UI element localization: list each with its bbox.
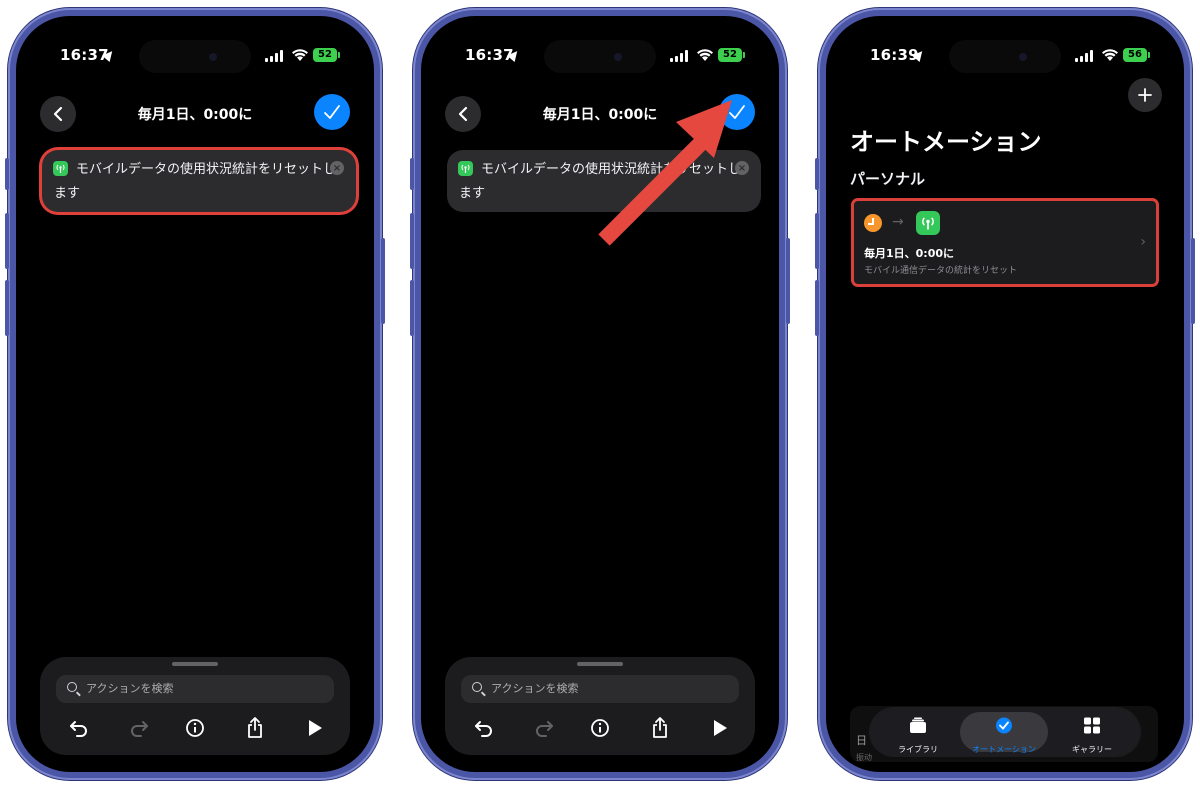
status-bar: 16:37 52 — [16, 40, 374, 70]
run-button[interactable] — [300, 713, 330, 743]
section-header: パーソナル — [850, 170, 926, 188]
redo-icon — [131, 721, 148, 737]
search-icon — [472, 682, 482, 692]
tab-label: ギャラリー — [1072, 745, 1112, 754]
wifi-icon — [1102, 49, 1118, 61]
tab-gallery[interactable]: ギャラリー — [1048, 712, 1136, 754]
share-button[interactable] — [240, 713, 270, 743]
tab-bar: ライブラリ オートメーション ギャラリー — [870, 708, 1140, 756]
share-button[interactable] — [645, 713, 675, 743]
signal-icon — [670, 50, 692, 62]
signal-icon — [1075, 50, 1097, 62]
grabber-handle[interactable] — [577, 662, 623, 666]
add-automation-button[interactable] — [1128, 78, 1162, 112]
share-icon — [248, 717, 262, 738]
gallery-icon — [1084, 717, 1100, 734]
redo-icon — [536, 721, 553, 737]
chevron-right-icon: › — [1140, 234, 1146, 250]
run-button[interactable] — [705, 713, 735, 743]
automation-trigger: 毎月1日、0:00に — [864, 247, 955, 260]
info-button[interactable] — [180, 713, 210, 743]
battery-icon: 56 — [1123, 48, 1150, 62]
plus-icon — [1138, 88, 1152, 102]
status-bar: 16:39 56 — [826, 40, 1184, 70]
phone-editor-1: 16:37 52 毎月1日、0:00に モバイルデータの使用状況統計をリセットし… — [5, 8, 385, 780]
play-icon — [714, 720, 727, 736]
undo-icon — [475, 721, 492, 737]
battery-icon: 52 — [718, 48, 745, 62]
phone-automation: 16:39 56 オートメーション パーソナル → 毎月1日、0:00に モバイ… — [815, 8, 1195, 780]
search-placeholder: アクションを検索 — [491, 682, 579, 695]
info-button[interactable] — [585, 713, 615, 743]
search-placeholder: アクションを検索 — [86, 682, 174, 695]
grabber-handle[interactable] — [172, 662, 218, 666]
automation-subtitle: モバイル通信データの統計をリセット — [864, 266, 1018, 276]
action-panel: アクションを検索 — [445, 657, 755, 755]
search-icon — [67, 682, 77, 692]
editor-toolbar — [56, 713, 334, 743]
arrow-right-icon: → — [892, 214, 904, 230]
action-panel: アクションを検索 — [40, 657, 350, 755]
signal-icon — [265, 50, 287, 62]
done-button[interactable] — [314, 94, 350, 130]
automation-item[interactable]: → 毎月1日、0:00に モバイル通信データの統計をリセット › — [854, 201, 1156, 284]
automation-icon — [996, 717, 1012, 734]
battery-icon: 52 — [313, 48, 340, 62]
checkmark-icon — [324, 105, 340, 119]
undo-button[interactable] — [469, 713, 499, 743]
tab-label: ライブラリ — [898, 745, 938, 754]
redo-button[interactable] — [124, 713, 154, 743]
wifi-icon — [697, 49, 713, 61]
share-icon — [653, 717, 667, 738]
wifi-icon — [292, 49, 308, 61]
search-input[interactable]: アクションを検索 — [56, 675, 334, 703]
clear-icon[interactable]: × — [330, 161, 344, 175]
tab-automation[interactable]: オートメーション — [960, 712, 1048, 754]
action-card[interactable]: モバイルデータの使用状況統計をリセットします × — [42, 150, 356, 212]
undo-icon — [70, 721, 87, 737]
pointer-arrow-icon — [598, 100, 732, 246]
cellular-icon — [916, 211, 940, 235]
play-icon — [309, 720, 322, 736]
cellular-icon — [458, 161, 473, 176]
screen: 16:37 52 毎月1日、0:00に モバイルデータの使用状況統計をリセットし… — [16, 16, 374, 772]
tab-label: オートメーション — [972, 745, 1036, 754]
cellular-icon — [53, 161, 68, 176]
action-text: モバイルデータの使用状況統計をリセットします — [54, 162, 337, 201]
list-item-text: 日 — [856, 734, 867, 747]
info-icon — [591, 719, 609, 737]
status-bar: 16:37 52 — [421, 40, 779, 70]
screen: 16:39 56 オートメーション パーソナル → 毎月1日、0:00に モバイ… — [826, 16, 1184, 772]
editor-toolbar — [461, 713, 739, 743]
tab-library[interactable]: ライブラリ — [874, 712, 962, 754]
undo-button[interactable] — [64, 713, 94, 743]
search-input[interactable]: アクションを検索 — [461, 675, 739, 703]
library-icon — [910, 717, 926, 733]
redo-button[interactable] — [529, 713, 559, 743]
info-icon — [186, 719, 204, 737]
clock-icon — [864, 214, 882, 232]
page-title: オートメーション — [850, 128, 1042, 156]
list-item-subtext: 振动 — [856, 753, 872, 762]
